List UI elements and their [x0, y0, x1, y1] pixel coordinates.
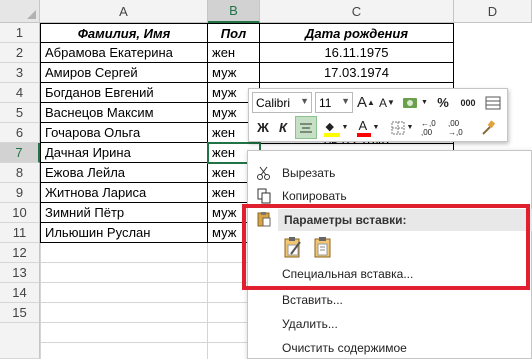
- currency-icon: [403, 97, 418, 108]
- align-center-icon: [300, 123, 312, 132]
- align-center-button[interactable]: [295, 116, 317, 139]
- font-name-select[interactable]: Calibri ▼: [252, 92, 312, 113]
- shrink-font-button[interactable]: A ▼: [378, 92, 396, 113]
- font-color-button[interactable]: A ▼: [353, 117, 383, 138]
- header-cell-birth[interactable]: Дата рождения: [260, 23, 454, 43]
- name-cell[interactable]: Гочарова Ольга: [40, 123, 208, 143]
- name-cell[interactable]: Васнецов Максим: [40, 103, 208, 123]
- format-cells-button[interactable]: [482, 92, 504, 113]
- chevron-down-icon[interactable]: ▼: [373, 124, 380, 131]
- row-header-11[interactable]: 11: [0, 223, 40, 243]
- row-header-7[interactable]: 7: [0, 143, 40, 163]
- copy-icon: [257, 188, 271, 204]
- row-header-16[interactable]: [0, 323, 40, 359]
- row-header-15[interactable]: 15: [0, 303, 40, 323]
- column-header-c[interactable]: C: [260, 0, 454, 23]
- birth-cell[interactable]: 16.11.1975: [260, 43, 454, 63]
- column-header-a[interactable]: A: [40, 0, 208, 23]
- font-name-value: Calibri: [256, 95, 291, 110]
- row-header-6[interactable]: 6: [0, 123, 40, 143]
- font-color-letter: A: [358, 117, 368, 133]
- highlight-box: [242, 204, 530, 290]
- birth-cell[interactable]: 17.03.1974: [260, 63, 454, 83]
- chevron-down-icon[interactable]: ▼: [342, 124, 349, 131]
- thousands-separator-button[interactable]: 000: [457, 92, 479, 113]
- scissors-icon: [257, 166, 270, 180]
- row-header-13[interactable]: 13: [0, 263, 40, 283]
- gender-cell[interactable]: жен: [208, 43, 260, 63]
- fill-color-button[interactable]: ◆ ▼: [321, 117, 351, 138]
- chevron-down-icon[interactable]: ▼: [300, 96, 309, 106]
- chevron-down-icon[interactable]: ▼: [341, 96, 350, 106]
- header-cell-gender[interactable]: Пол: [208, 23, 260, 43]
- grow-font-button[interactable]: A ▲: [357, 92, 375, 113]
- name-cell[interactable]: Ежова Лейла: [40, 163, 208, 183]
- header-cell-name[interactable]: Фамилия, Имя: [40, 23, 208, 43]
- borders-icon: [391, 121, 405, 134]
- bold-button[interactable]: Ж: [254, 117, 272, 138]
- font-color-icon: A: [356, 117, 371, 137]
- paint-bucket-icon: ◆: [323, 119, 340, 137]
- row-header-5[interactable]: 5: [0, 103, 40, 123]
- select-all-button[interactable]: [0, 0, 40, 23]
- menu-item-label: Удалить...: [282, 317, 338, 331]
- mini-toolbar: Calibri ▼ 11 ▼ A ▲ A ▼ ▼ % 000 Ж К ◆ ▼ A…: [248, 88, 508, 142]
- grid-line: [207, 243, 208, 359]
- shrink-font-icon: A: [379, 95, 388, 110]
- font-size-select[interactable]: 11 ▼: [315, 92, 353, 113]
- name-cell[interactable]: Зимний Пётр: [40, 203, 208, 223]
- menu-item-label: Очистить содержимое: [282, 341, 407, 355]
- decrease-decimal-button[interactable]: ,00 →,0: [448, 117, 472, 138]
- row-header-1[interactable]: 1: [0, 23, 40, 43]
- increase-decimal-button[interactable]: ←,0 ,00: [421, 117, 445, 138]
- row-header-14[interactable]: 14: [0, 283, 40, 303]
- column-header-b[interactable]: B: [208, 0, 260, 23]
- format-painter-button[interactable]: [477, 117, 499, 138]
- font-size-value: 11: [319, 95, 332, 110]
- name-cell[interactable]: Амиров Сергей: [40, 63, 208, 83]
- decrease-decimal-icon: ,00 →,0: [448, 118, 463, 137]
- row-header-3[interactable]: 3: [0, 63, 40, 83]
- italic-button[interactable]: К: [274, 117, 292, 138]
- menu-item-cut[interactable]: Вырезать: [248, 162, 532, 184]
- percent-button[interactable]: %: [434, 92, 452, 113]
- menu-item-clear-contents[interactable]: Очистить содержимое: [248, 337, 532, 359]
- arrow-down-icon: ▼: [387, 98, 395, 107]
- name-cell[interactable]: Житнова Лариса: [40, 183, 208, 203]
- menu-item-label: Копировать: [282, 189, 347, 203]
- fill-color-swatch: [323, 132, 340, 137]
- row-header-2[interactable]: 2: [0, 43, 40, 63]
- increase-decimal-icon: ←,0 ,00: [421, 118, 436, 137]
- gender-cell[interactable]: муж: [208, 63, 260, 83]
- name-cell[interactable]: Абрамова Екатерина: [40, 43, 208, 63]
- name-cell[interactable]: Ильюшин Руслан: [40, 223, 208, 243]
- paintbrush-icon: [482, 119, 496, 135]
- menu-item-label: Вырезать: [282, 166, 336, 180]
- row-header-12[interactable]: 12: [0, 243, 40, 263]
- font-color-swatch: [356, 132, 371, 137]
- chevron-down-icon[interactable]: ▼: [407, 124, 414, 131]
- name-cell[interactable]: Дачная Ирина: [40, 143, 208, 163]
- menu-item-delete[interactable]: Удалить...: [248, 313, 532, 335]
- borders-button[interactable]: ▼: [388, 117, 416, 138]
- chevron-down-icon[interactable]: ▼: [421, 99, 428, 106]
- row-header-8[interactable]: 8: [0, 163, 40, 183]
- arrow-up-icon: ▲: [367, 98, 375, 107]
- row-header-10[interactable]: 10: [0, 203, 40, 223]
- name-cell[interactable]: Богданов Евгений: [40, 83, 208, 103]
- table-icon: [485, 96, 501, 109]
- row-header-4[interactable]: 4: [0, 83, 40, 103]
- menu-item-insert[interactable]: Вставить...: [248, 289, 532, 311]
- menu-item-label: Вставить...: [282, 293, 343, 307]
- grow-font-icon: A: [357, 94, 368, 111]
- accounting-format-button[interactable]: ▼: [401, 92, 429, 113]
- column-header-d[interactable]: D: [454, 0, 532, 23]
- row-header-9[interactable]: 9: [0, 183, 40, 203]
